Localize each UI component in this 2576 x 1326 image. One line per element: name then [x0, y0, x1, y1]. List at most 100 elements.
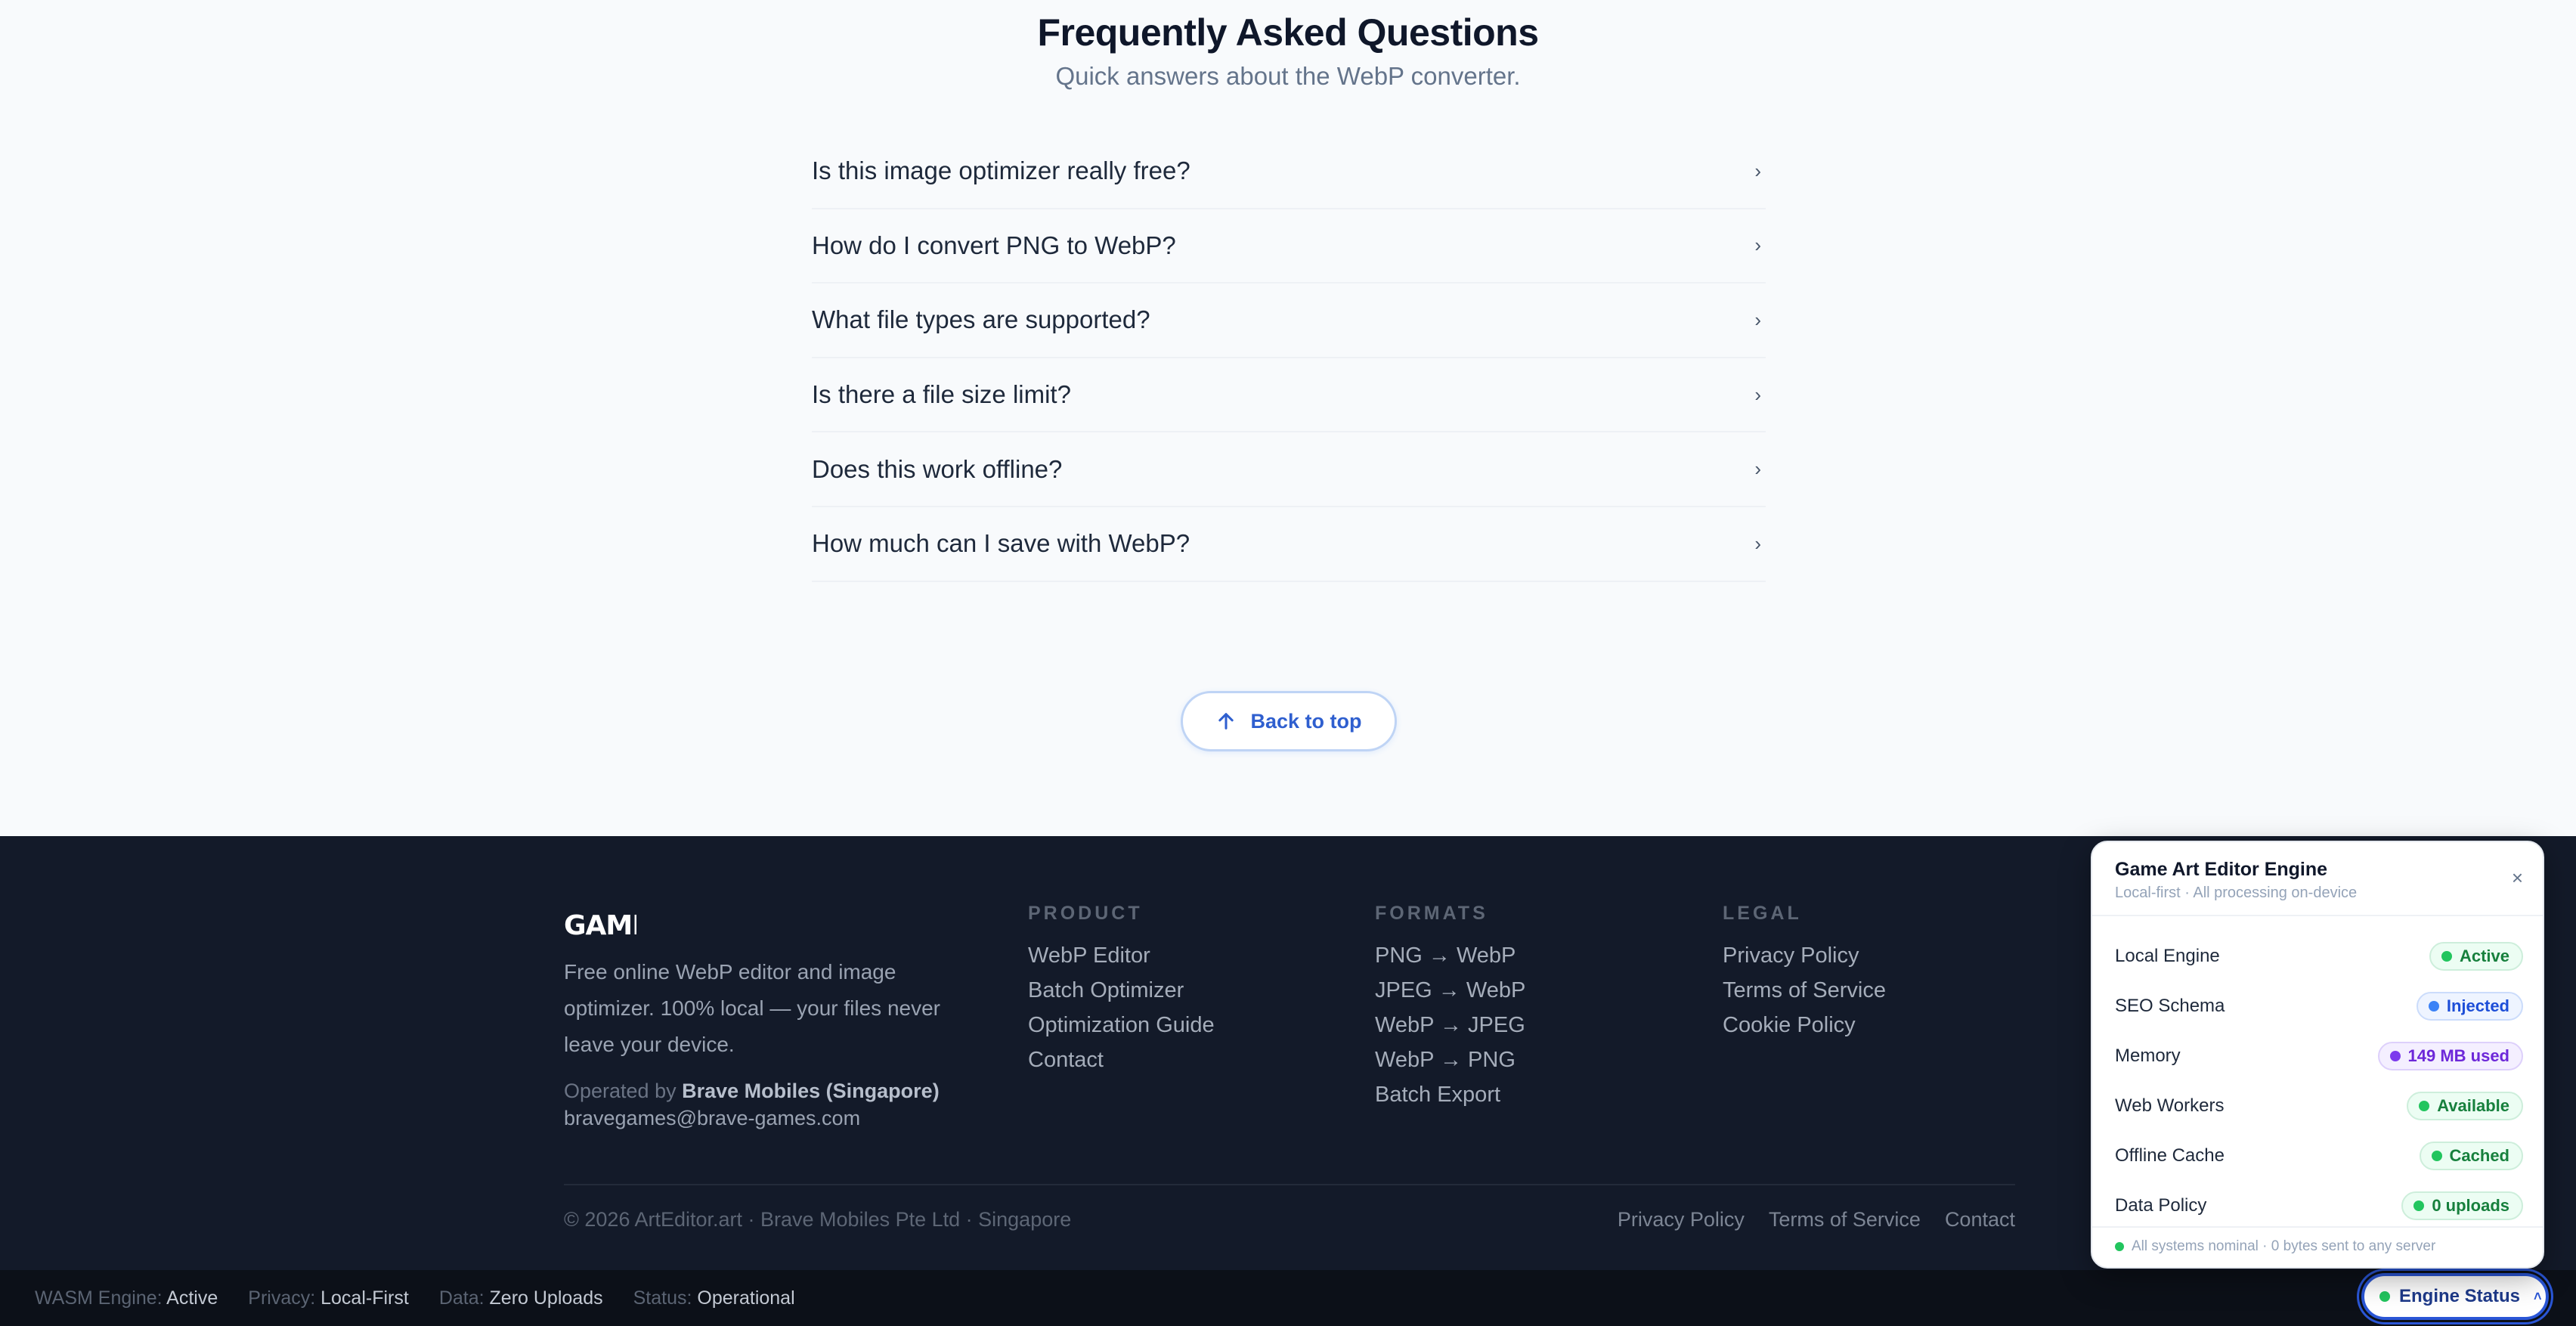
column-heading: PRODUCT	[1028, 903, 1143, 924]
status-label: Status:	[633, 1287, 692, 1309]
svg-text:GAMI: GAMI	[564, 910, 636, 940]
panel-footer-divider	[2092, 1226, 2543, 1228]
footer-link-contact[interactable]: Contact	[1028, 1043, 1215, 1077]
faq-question: What file types are supported?	[812, 305, 1150, 334]
status-dot-icon	[2413, 1201, 2425, 1211]
row-label: SEO Schema	[2115, 996, 2225, 1016]
status-dot-icon	[2428, 1001, 2439, 1012]
row-label: Offline Cache	[2115, 1145, 2225, 1166]
faq-question: Is there a file size limit?	[812, 380, 1071, 409]
column-heading: FORMATS	[1375, 903, 1488, 924]
chevron-right-icon: ›	[1754, 234, 1761, 257]
gami-logo[interactable]: GAMI	[564, 909, 636, 940]
row-label: Data Policy	[2115, 1195, 2207, 1216]
footer-divider	[564, 1184, 2015, 1185]
footer-inner: GAMI Free online WebP editor and image o…	[564, 836, 2015, 1270]
footer-column-legal: LEGAL Privacy Policy Terms of Service Co…	[1723, 903, 1886, 1043]
badge-text: 149 MB used	[2407, 1046, 2510, 1065]
back-to-top-button[interactable]: Back to top	[1181, 691, 1397, 751]
status-dot-icon	[2389, 1051, 2401, 1061]
status-row-data-policy: Data Policy 0 uploads	[2115, 1181, 2523, 1231]
footer-link-terms-of-service[interactable]: Terms of Service	[1723, 973, 1886, 1008]
badge-text: Cached	[2449, 1146, 2509, 1165]
badge-text: Active	[2459, 946, 2509, 965]
status-row-web-workers: Web Workers Available	[2115, 1081, 2523, 1131]
status-badge: Available	[2407, 1092, 2523, 1120]
chevron-right-icon: ›	[1754, 308, 1761, 331]
status-badge: Injected	[2416, 992, 2523, 1021]
bottom-link-terms-of-service[interactable]: Terms of Service	[1769, 1208, 1921, 1232]
footer-link-batch-export[interactable]: Batch Export	[1375, 1077, 1525, 1112]
faq-question: How do I convert PNG to WebP?	[812, 231, 1176, 259]
status-value: Active	[166, 1287, 218, 1309]
row-label: Web Workers	[2115, 1095, 2225, 1116]
footer-link-optimization-guide[interactable]: Optimization Guide	[1028, 1008, 1215, 1043]
contact-email[interactable]: bravegames@brave-games.com	[564, 1107, 860, 1130]
chevron-right-icon: ›	[1754, 159, 1761, 182]
footer-link-batch-optimizer[interactable]: Batch Optimizer	[1028, 973, 1215, 1008]
close-icon[interactable]: ×	[2512, 866, 2523, 890]
faq-item[interactable]: How much can I save with WebP? ›	[812, 507, 1766, 582]
faq-item[interactable]: Is there a file size limit? ›	[812, 358, 1766, 433]
faq-question: How much can I save with WebP?	[812, 529, 1190, 558]
footer-link-privacy-policy[interactable]: Privacy Policy	[1723, 938, 1886, 973]
chevron-right-icon: ›	[1754, 457, 1761, 481]
footer-link-png-to-webp[interactable]: PNG → WebP	[1375, 938, 1525, 973]
footer-bottom-links: Privacy Policy Terms of Service Contact	[1618, 1208, 2015, 1232]
footer-link-webp-to-jpeg[interactable]: WebP → JPEG	[1375, 1008, 1525, 1043]
panel-subtitle: Local-first · All processing on-device	[2115, 885, 2358, 901]
footer-column-product: PRODUCT WebP Editor Batch Optimizer Opti…	[1028, 903, 1215, 1077]
status-badge: Cached	[2419, 1142, 2523, 1170]
faq-item[interactable]: Does this work offline? ›	[812, 432, 1766, 507]
badge-text: 0 uploads	[2432, 1196, 2509, 1215]
faq-item[interactable]: How do I convert PNG to WebP? ›	[812, 209, 1766, 284]
row-label: Memory	[2115, 1046, 2181, 1066]
status-dot-icon	[2419, 1101, 2430, 1111]
status-badge: 0 uploads	[2401, 1191, 2523, 1220]
status-dot-icon	[2379, 1291, 2390, 1302]
status-row-local-engine: Local Engine Active	[2115, 931, 2523, 981]
operator-name: Brave Mobiles (Singapore)	[682, 1080, 940, 1102]
copyright: © 2026 ArtEditor.art · Brave Mobiles Pte…	[564, 1208, 1072, 1231]
footer-column-formats: FORMATS PNG → WebP JPEG → WebP WebP → JP…	[1375, 903, 1525, 1112]
status-value: Local-First	[320, 1287, 409, 1309]
bottom-link-privacy-policy[interactable]: Privacy Policy	[1618, 1208, 1745, 1232]
status-bar: WASM Engine: Active Privacy: Local-First…	[0, 1270, 2576, 1326]
status-item-data: Data: Zero Uploads	[439, 1287, 603, 1309]
row-label: Local Engine	[2115, 946, 2220, 966]
badge-text: Available	[2437, 1096, 2509, 1115]
faq-item[interactable]: Is this image optimizer really free? ›	[812, 135, 1766, 209]
status-label: Data:	[438, 1287, 485, 1309]
footer-link-jpeg-to-webp[interactable]: JPEG → WebP	[1375, 973, 1525, 1008]
footer-link-webp-to-png[interactable]: WebP → PNG	[1375, 1043, 1525, 1077]
footer-link-webp-editor[interactable]: WebP Editor	[1028, 938, 1215, 973]
footer-link-cookie-policy[interactable]: Cookie Policy	[1723, 1008, 1886, 1043]
status-row-offline-cache: Offline Cache Cached	[2115, 1131, 2523, 1181]
faq-item[interactable]: What file types are supported? ›	[812, 283, 1766, 358]
faq-question: Does this work offline?	[812, 454, 1063, 483]
panel-divider	[2092, 915, 2543, 916]
operated-by: Operated by Brave Mobiles (Singapore)	[564, 1080, 940, 1103]
chevron-right-icon: ›	[1754, 383, 1761, 406]
status-dot-icon	[2441, 951, 2452, 962]
faq-list: Is this image optimizer really free? › H…	[812, 135, 1766, 582]
panel-rows: Local Engine Active SEO Schema Injected …	[2115, 931, 2523, 1231]
column-heading: LEGAL	[1723, 903, 1802, 924]
chevron-right-icon: ›	[1754, 531, 1761, 555]
operated-prefix: Operated by	[564, 1080, 677, 1102]
faq-question: Is this image optimizer really free?	[812, 156, 1190, 185]
chevron-up-icon: ˄	[2534, 1288, 2542, 1304]
footer-tagline: Free online WebP editor and image optimi…	[564, 960, 940, 1056]
status-row-memory: Memory 149 MB used	[2115, 1031, 2523, 1081]
badge-text: Injected	[2446, 996, 2509, 1015]
bottom-link-contact[interactable]: Contact	[1945, 1208, 2015, 1232]
engine-status-label: Engine Status	[2399, 1286, 2521, 1306]
engine-status-panel: Game Art Editor Engine Local-first · All…	[2091, 841, 2544, 1269]
status-item-status: Status: Operational	[633, 1287, 795, 1309]
faq-title: Frequently Asked Questions	[1037, 11, 1539, 54]
faq-subtitle: Quick answers about the WebP converter.	[1055, 62, 1521, 90]
status-badge: Active	[2429, 942, 2523, 971]
status-row-seo-schema: SEO Schema Injected	[2115, 981, 2523, 1031]
engine-status-button[interactable]: Engine Status ˄	[2361, 1273, 2549, 1320]
panel-footer: All systems nominal · 0 bytes sent to an…	[2115, 1238, 2435, 1255]
